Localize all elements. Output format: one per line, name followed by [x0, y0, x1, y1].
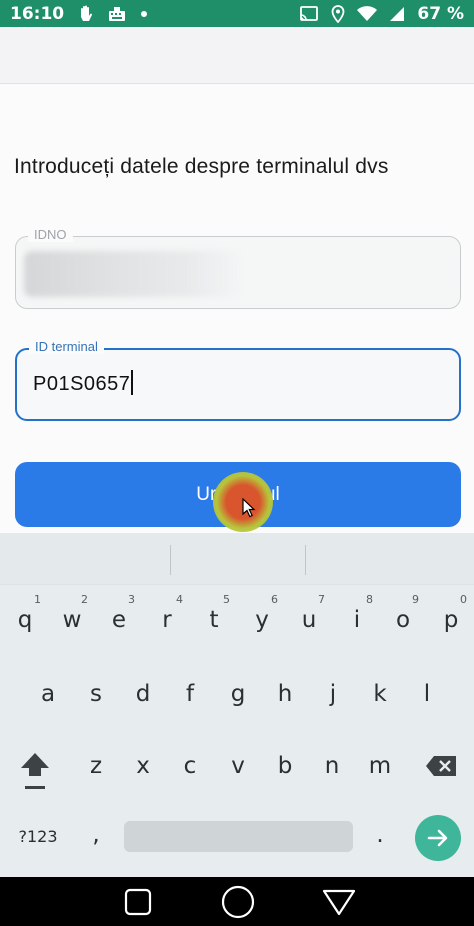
recents-square-icon [124, 888, 152, 915]
key-w[interactable]: w2 [52, 593, 92, 645]
battery-percent: 67 % [417, 3, 464, 24]
key-f[interactable]: f [170, 669, 210, 719]
screen: 16:10 67 % Introduceți datele despre ter… [0, 0, 474, 926]
keyboard-icon [108, 6, 126, 22]
key-n[interactable]: n [312, 741, 352, 791]
key-label: y [255, 607, 269, 633]
key-label: i [353, 607, 361, 633]
key-b[interactable]: b [265, 741, 305, 791]
key-number-hint: 1 [34, 593, 41, 606]
key-label: e [111, 607, 127, 633]
backspace-icon [426, 755, 456, 776]
key-o[interactable]: o9 [383, 593, 423, 645]
app-header [0, 27, 474, 84]
key-p[interactable]: p0 [431, 593, 471, 645]
location-icon [331, 4, 345, 23]
key-d[interactable]: d [123, 669, 163, 719]
back-triangle-icon [322, 889, 356, 915]
home-circle-icon [221, 885, 255, 918]
terminal-id-label: ID terminal [29, 339, 104, 354]
shift-key[interactable] [14, 745, 56, 795]
key-j[interactable]: j [313, 669, 353, 719]
status-bar: 16:10 67 % [0, 0, 474, 27]
suggestion-strip [0, 533, 474, 585]
key-z[interactable]: z [76, 741, 116, 791]
key-label: o [395, 607, 411, 633]
key-v[interactable]: v [218, 741, 258, 791]
key-h[interactable]: h [265, 669, 305, 719]
terminal-id-field[interactable]: ID terminal P01S0657 [15, 339, 461, 421]
key-u[interactable]: u7 [289, 593, 329, 645]
key-number-hint: 0 [460, 593, 467, 606]
key-i[interactable]: i8 [337, 593, 377, 645]
mouse-pointer-icon [242, 497, 256, 522]
key-g[interactable]: g [218, 669, 258, 719]
key-y[interactable]: y6 [242, 593, 282, 645]
key-label: w [62, 607, 82, 633]
status-time: 16:10 [10, 3, 65, 24]
key-t[interactable]: t5 [194, 593, 234, 645]
key-label: t [209, 607, 219, 633]
idno-label: IDNO [28, 227, 73, 242]
key-number-hint: 5 [223, 593, 230, 606]
key-r[interactable]: r4 [147, 593, 187, 645]
back-button[interactable] [318, 877, 360, 926]
idno-field[interactable]: IDNO [15, 227, 461, 309]
hand-icon [78, 5, 94, 23]
shift-arrow-icon [21, 753, 49, 789]
key-q[interactable]: q1 [5, 593, 45, 645]
comma-key[interactable]: , [84, 817, 108, 853]
key-number-hint: 3 [128, 593, 135, 606]
space-key[interactable] [124, 821, 353, 852]
cast-icon [299, 5, 319, 22]
key-label: u [301, 607, 317, 633]
page-title: Introduceți datele despre terminalul dvs [14, 155, 389, 178]
symbols-key[interactable]: ?123 [14, 821, 62, 852]
period-key[interactable]: . [368, 817, 392, 853]
form-content: Introduceți datele despre terminalul dvs… [0, 85, 474, 533]
key-k[interactable]: k [360, 669, 400, 719]
backspace-key[interactable] [422, 748, 460, 783]
key-label: q [17, 607, 33, 633]
key-a[interactable]: a [28, 669, 68, 719]
enter-key[interactable] [415, 815, 461, 861]
terminal-id-value[interactable]: P01S0657 [33, 370, 134, 396]
key-x[interactable]: x [123, 741, 163, 791]
soft-keyboard: ?123 , . q1w2e3r4t5y6u7i8o9p0asdfghjklzx… [0, 533, 474, 877]
key-number-hint: 8 [366, 593, 373, 606]
wifi-icon [357, 5, 378, 22]
key-number-hint: 7 [318, 593, 325, 606]
key-l[interactable]: l [407, 669, 447, 719]
key-m[interactable]: m [360, 741, 400, 791]
signal-icon [389, 6, 405, 22]
idno-obscured-value [24, 251, 244, 297]
arrow-right-icon [427, 829, 448, 847]
dot-icon [140, 10, 148, 18]
recents-button[interactable] [118, 877, 158, 926]
key-s[interactable]: s [76, 669, 116, 719]
text-caret [131, 370, 134, 395]
key-e[interactable]: e3 [99, 593, 139, 645]
key-label: p [443, 607, 459, 633]
navigation-bar [0, 877, 474, 926]
key-number-hint: 4 [176, 593, 183, 606]
key-c[interactable]: c [170, 741, 210, 791]
key-label: r [162, 607, 172, 633]
key-number-hint: 2 [81, 593, 88, 606]
key-number-hint: 9 [412, 593, 419, 606]
home-button[interactable] [218, 877, 258, 926]
key-number-hint: 6 [271, 593, 278, 606]
